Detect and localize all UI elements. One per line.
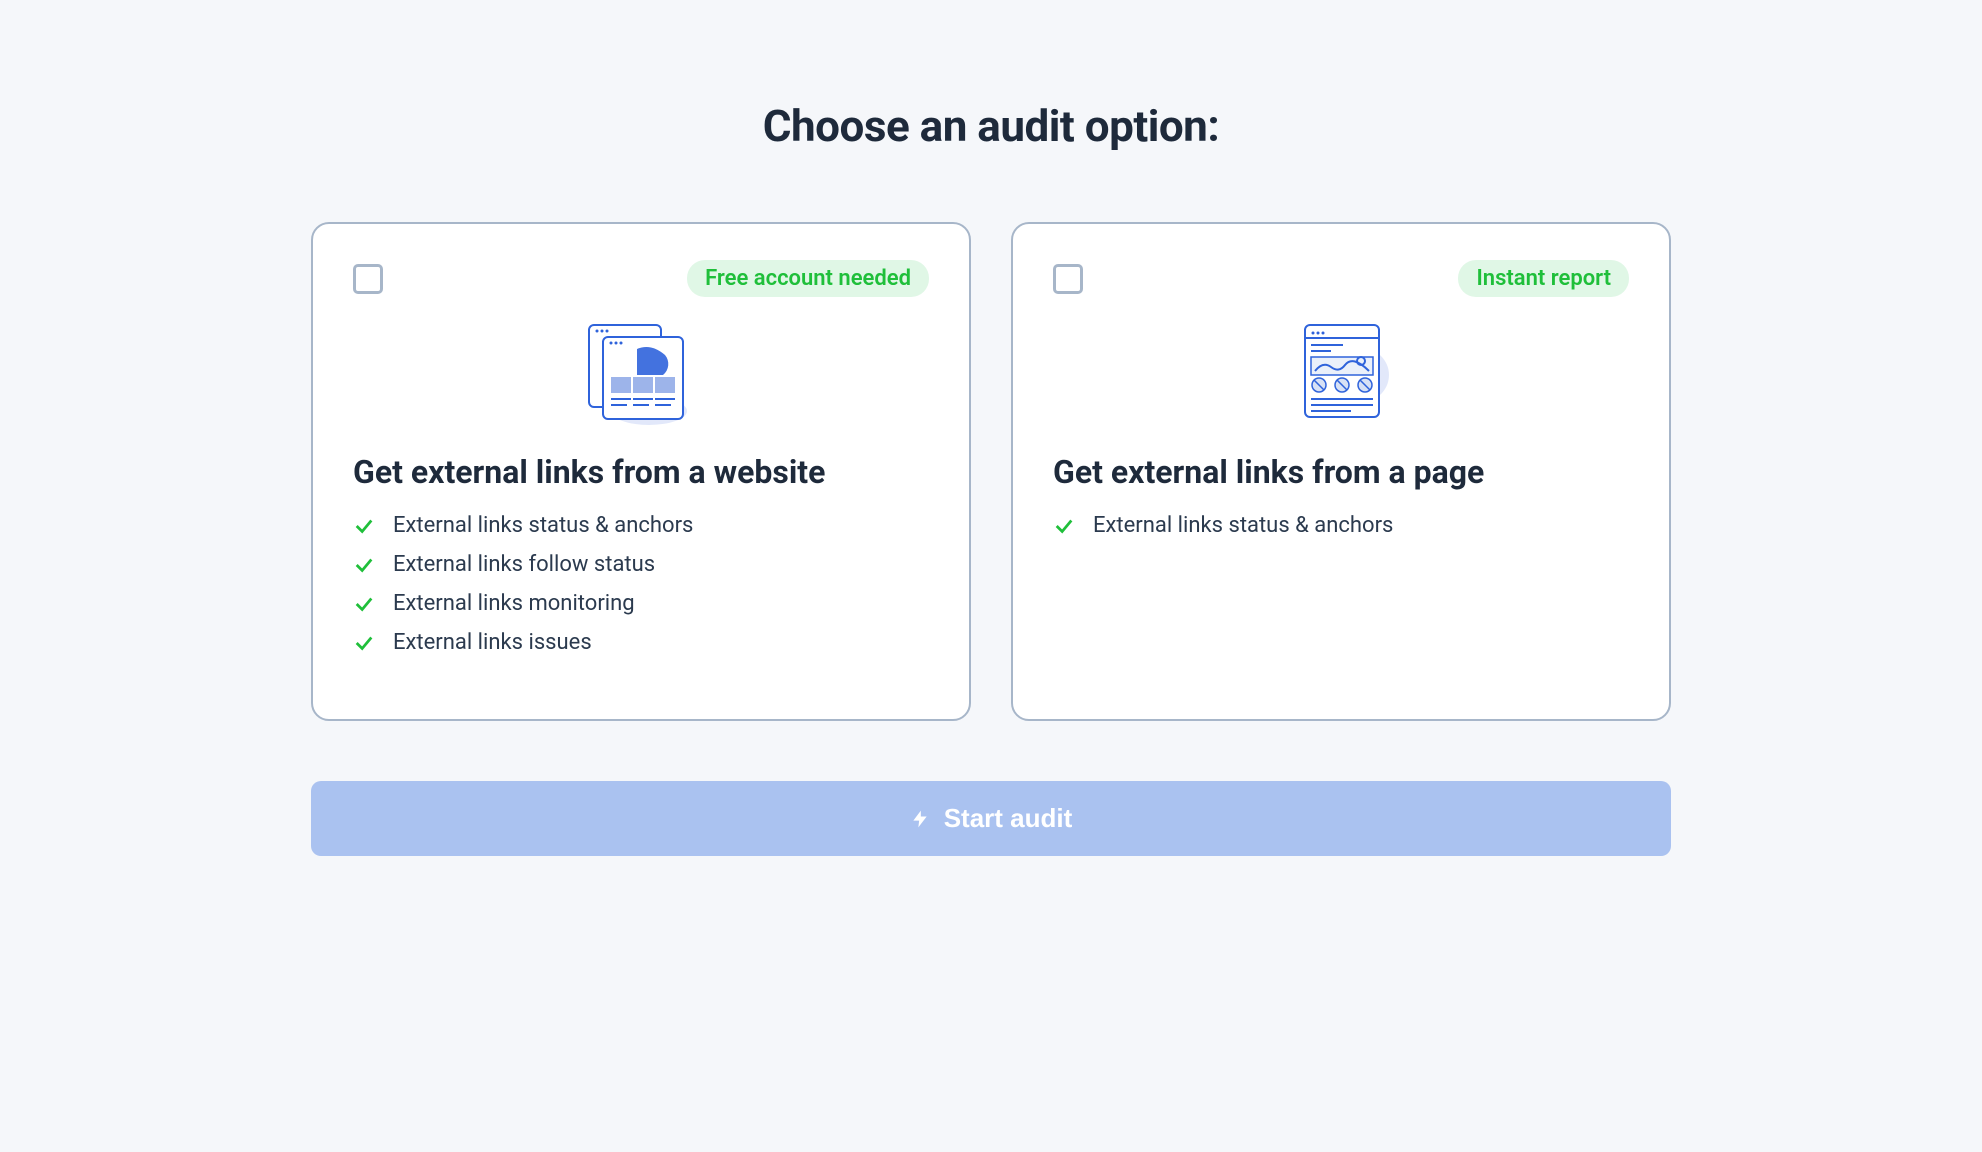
feature-text: External links status & anchors — [1093, 513, 1393, 538]
feature-item: External links follow status — [353, 552, 929, 577]
single-page-icon — [1281, 319, 1401, 429]
start-audit-button[interactable]: Start audit — [311, 781, 1671, 856]
check-icon — [353, 632, 375, 654]
option-website-card[interactable]: Free account needed Get external links f… — [311, 222, 971, 721]
feature-text: External links issues — [393, 630, 592, 655]
card-top-row: Free account needed — [353, 260, 929, 297]
option-checkbox[interactable] — [353, 264, 383, 294]
card-illustration — [1053, 319, 1629, 429]
option-heading: Get external links from a page — [1053, 453, 1629, 491]
check-icon — [353, 593, 375, 615]
option-heading: Get external links from a website — [353, 453, 929, 491]
feature-text: External links follow status — [393, 552, 655, 577]
option-badge: Free account needed — [687, 260, 929, 297]
feature-list: External links status & anchors — [1053, 513, 1629, 538]
bolt-icon — [910, 809, 930, 829]
feature-item: External links issues — [353, 630, 929, 655]
feature-item: External links monitoring — [353, 591, 929, 616]
card-top-row: Instant report — [1053, 260, 1629, 297]
website-pages-icon — [581, 319, 701, 429]
feature-item: External links status & anchors — [1053, 513, 1629, 538]
option-badge: Instant report — [1458, 260, 1629, 297]
option-page-card[interactable]: Instant report Get external links from a… — [1011, 222, 1671, 721]
feature-text: External links monitoring — [393, 591, 635, 616]
option-checkbox[interactable] — [1053, 264, 1083, 294]
feature-item: External links status & anchors — [353, 513, 929, 538]
feature-list: External links status & anchors External… — [353, 513, 929, 655]
feature-text: External links status & anchors — [393, 513, 693, 538]
check-icon — [353, 515, 375, 537]
card-illustration — [353, 319, 929, 429]
start-audit-label: Start audit — [944, 803, 1073, 834]
check-icon — [1053, 515, 1075, 537]
page-title: Choose an audit option: — [311, 100, 1671, 152]
check-icon — [353, 554, 375, 576]
